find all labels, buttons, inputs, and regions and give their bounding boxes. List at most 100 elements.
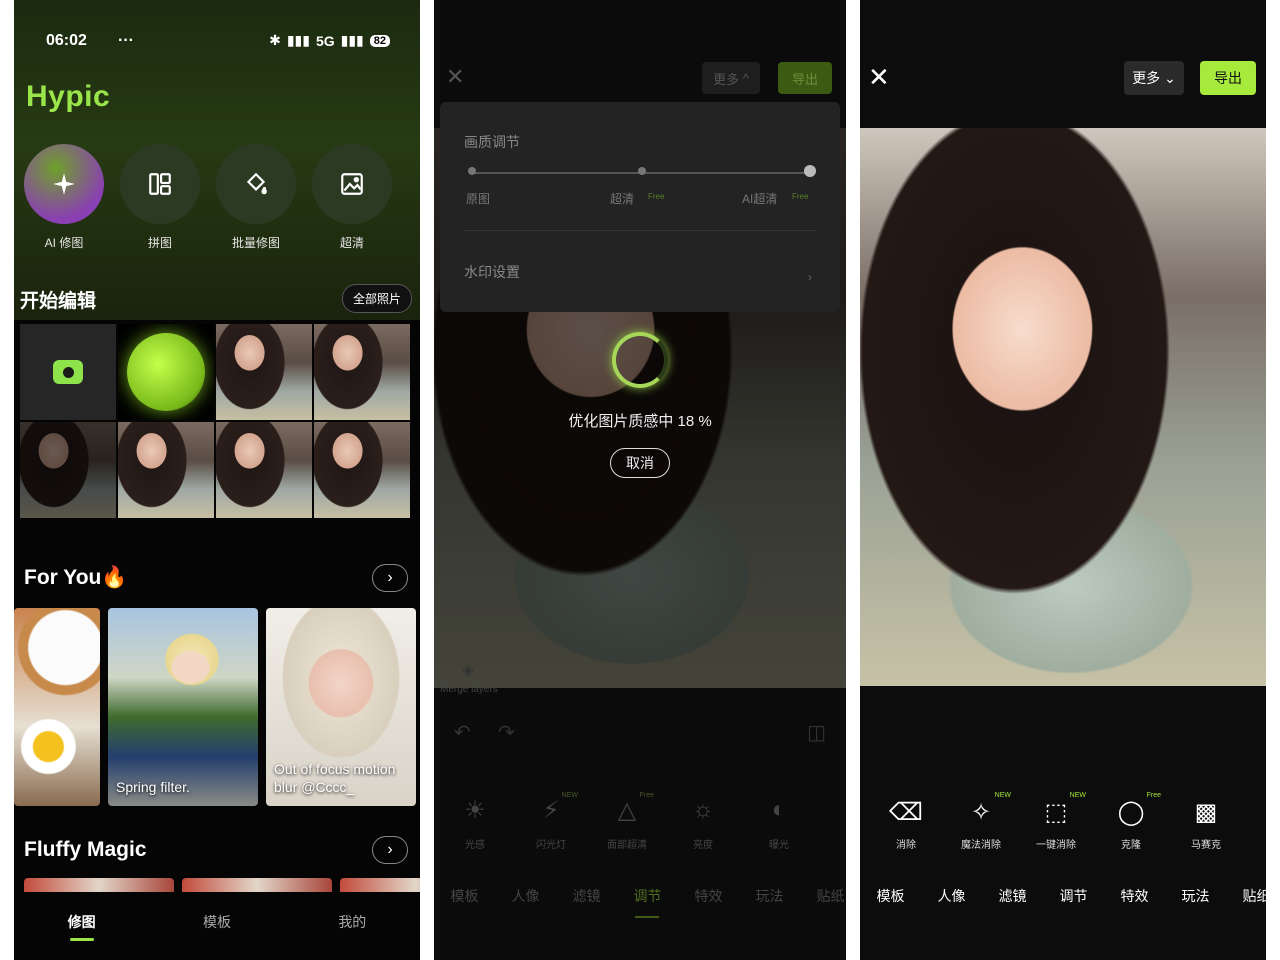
result-screen: ✕ 更多 ⌄ 导出 ⌫ 消除 NEW ✧ 魔法消除 NEW ⬚ 一键消除 Free ◯ 克隆 … [860,0,1266,960]
quality-option-original: 原图 [466,192,491,206]
quality-slider-stop[interactable] [638,167,646,175]
quality-option-hd: 超清 [610,192,635,206]
loading-spinner [612,332,668,388]
export-button[interactable]: 导出 [778,62,832,94]
category-tab[interactable]: 人像 [495,886,556,906]
quality-option-ai-hd: AI超清 [742,192,778,206]
clone-icon: ◯ [1117,799,1145,826]
quality-slider-stop[interactable] [468,167,476,175]
tool-batch-edit[interactable]: 批量修图 [216,144,296,251]
category-tab[interactable]: 调节 [1043,886,1104,906]
tool-face-hd[interactable]: Free △ 面部超清 [604,792,654,851]
tool-ai-retouch[interactable]: AI 修图 [24,144,104,251]
free-tag: Free [792,192,809,201]
brightness-icon: ☼ [692,796,714,823]
layout-icon [120,144,200,224]
more-dropdown[interactable]: 更多 ^ [702,62,760,94]
merge-layers-label: Merge layers [440,684,498,695]
category-tab[interactable]: 滤镜 [982,886,1043,906]
category-tab[interactable]: 特效 [678,886,739,906]
battery-icon: 82 [369,34,390,47]
nav-profile[interactable]: 我的 [322,912,382,960]
category-tab[interactable]: 玩法 [1165,886,1226,906]
camera-cell[interactable] [20,324,116,420]
layers-icon[interactable]: ◈ [462,660,474,680]
more-dropdown[interactable]: 更多 ⌄ [1124,61,1184,95]
for-you-more-button[interactable]: › [372,564,408,592]
tool-ai[interactable]: ◌ AI [1257,798,1266,851]
tool-flash[interactable]: NEW ⚡ 闪光灯 [528,792,578,851]
more-label: 更多 [1132,70,1161,86]
close-icon[interactable]: ✕ [446,64,464,90]
photo-thumbnail[interactable] [216,324,312,420]
network-type: 5G [315,32,335,49]
status-time: 06:02 [46,32,87,49]
photo-thumbnail[interactable] [314,422,410,518]
category-tab[interactable]: 特效 [1104,886,1165,906]
tool-exposure[interactable]: ◐ 曝光 [756,796,802,851]
bluetooth-icon: ✱ [269,32,281,48]
cancel-button[interactable]: 取消 [610,448,670,478]
fluffy-more-button[interactable]: › [372,836,408,864]
magic-eraser-icon: ✧ [970,799,992,826]
auto-erase-icon: ⬚ [1044,799,1068,826]
quality-menu: 画质调节 原图 超清 Free AI超清 Free 水印设置 › [440,102,840,312]
template-card[interactable]: Spring filter. [108,608,258,806]
bottom-nav: 修图 模板 我的 [14,894,420,960]
compare-icon[interactable]: ◫ [807,720,826,745]
signal-icon: ▮▮▮ [286,32,310,48]
photo-thumbnail[interactable] [118,324,214,420]
tool-light[interactable]: ☀ 光感 [452,796,498,851]
template-card[interactable] [182,878,332,892]
undo-icon[interactable]: ↶ [454,720,471,745]
nav-edit[interactable]: 修图 [52,912,112,960]
more-label: 更多 [713,71,740,87]
adjust-tools: ☀ 光感 NEW ⚡ 闪光灯 Free △ 面部超清 ☼ 亮度 ◐ 曝光 [452,792,802,851]
tool-label: 闪光灯 [536,840,566,851]
photo-thumbnail[interactable] [314,324,410,420]
quality-slider-thumb[interactable] [804,165,816,177]
category-tab[interactable]: 贴纸 [800,886,846,906]
photo-thumbnail[interactable] [20,422,116,518]
category-tab[interactable]: 玩法 [739,886,800,906]
category-tab[interactable]: 模板 [434,886,495,906]
template-card[interactable] [340,878,420,892]
photo-thumbnail[interactable] [216,422,312,518]
tool-clone[interactable]: Free ◯ 克隆 [1107,792,1161,851]
tool-erase[interactable]: ⌫ 消除 [882,798,930,851]
all-photos-button[interactable]: 全部照片 [341,284,412,313]
category-tab[interactable]: 滤镜 [556,886,617,906]
tool-brightness[interactable]: ☼ 亮度 [680,796,726,851]
quality-title: 画质调节 [464,134,520,150]
quick-tools: AI 修图 拼图 批量修图 超清 [24,144,392,251]
flash-icon: ⚡ [542,797,560,824]
tool-label: 拼图 [147,236,172,250]
edited-photo[interactable] [860,128,1266,686]
nav-templates[interactable]: 模板 [187,912,247,960]
watermark-settings[interactable]: 水印设置 [464,262,520,282]
category-tab[interactable]: 人像 [921,886,982,906]
tool-one-click-erase[interactable]: NEW ⬚ 一键消除 [1032,792,1086,851]
tool-magic-erase[interactable]: NEW ✧ 魔法消除 [957,792,1011,851]
photo-thumbnail[interactable] [118,422,214,518]
tool-mosaic[interactable]: ▩ 马赛克 [1182,798,1230,851]
for-you-title: For You🔥 [24,566,128,589]
mosaic-icon: ▩ [1194,799,1218,826]
eraser-icon: ⌫ [889,799,923,826]
export-button[interactable]: 导出 [1200,61,1256,95]
tool-hd[interactable]: 超清 [312,144,392,251]
category-tab[interactable]: 贴纸 [1226,886,1267,906]
fluffy-magic-title: Fluffy Magic [24,838,147,861]
template-card[interactable] [14,608,100,806]
tool-collage[interactable]: 拼图 [120,144,200,251]
template-card[interactable] [24,878,174,892]
category-tab[interactable]: 调节 [617,886,678,918]
status-bar-right: ✱ ▮▮▮ 5G ▮▮▮ 82 [269,32,390,49]
bucket-icon [216,144,296,224]
redo-icon[interactable]: ↷ [498,720,515,745]
category-bar: 模板 人像 滤镜 调节 特效 玩法 贴纸 [434,886,846,918]
progress-text: 优化图片质感中 18 % [568,413,712,430]
category-tab[interactable]: 模板 [860,886,921,906]
close-icon[interactable]: ✕ [868,62,890,93]
template-card[interactable]: Out of focus motion blur @Cccc_ [266,608,416,806]
